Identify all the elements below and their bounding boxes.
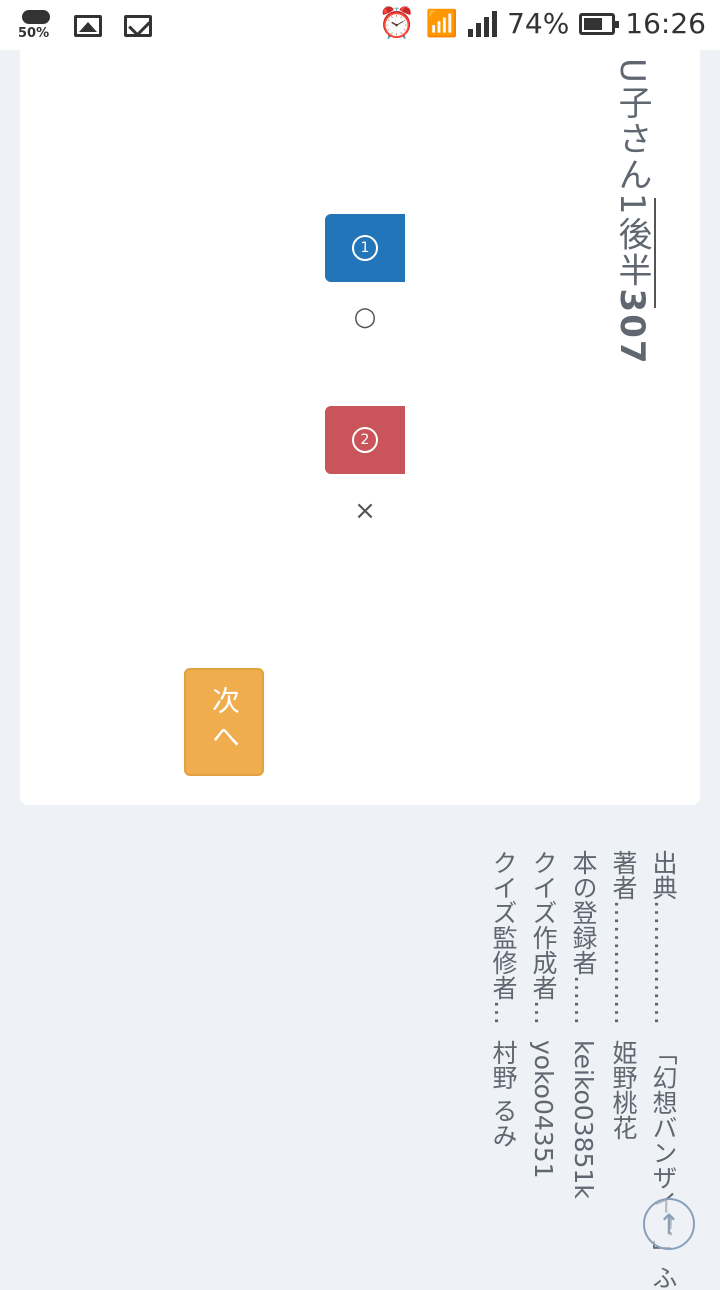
status-right: ⏰ 📶 74% 16:26 <box>378 6 706 41</box>
next-button-label: 次へ <box>208 686 241 758</box>
quiz-number: 307 <box>612 288 652 366</box>
option-2-label: 2 <box>352 427 378 453</box>
signal-icon <box>468 10 498 37</box>
arrow-up-icon: ↑ <box>657 1207 681 1241</box>
option-1-answer: ○ <box>353 302 377 332</box>
alarm-icon: ⏰ <box>378 6 416 41</box>
credit-author-value: 姫野桃花 <box>609 1040 638 1140</box>
option-1-label: 1 <box>352 235 378 261</box>
battery-percent: 74% <box>507 7 570 40</box>
quiz-title-text: U子さん1後半 <box>612 58 652 289</box>
weather-percent: 50% <box>18 26 50 41</box>
credit-quiz-creator-label: クイズ作成者… <box>529 850 558 1025</box>
status-bar: 50% ⏰ 📶 74% 16:26 <box>0 0 720 50</box>
next-button[interactable]: 次へ <box>184 668 264 776</box>
wifi-icon: 📶 <box>425 8 459 39</box>
image-notification-icon <box>74 15 102 37</box>
quiz-title: U子さん1後半307 <box>612 58 656 366</box>
credit-quiz-creator-value: yoko04351 <box>529 1040 558 1179</box>
option-2-button[interactable]: 2 <box>325 406 405 474</box>
scroll-top-button[interactable]: ↑ <box>643 1198 695 1250</box>
credits: 出典…………… 「幻想バンザイ！」ふ 著者…………… 姫野桃花 本の登録者…… kei… <box>0 850 720 1290</box>
battery-icon <box>579 12 620 35</box>
clock: 16:26 <box>625 7 706 40</box>
credit-registrant: 本の登録者…… keiko03851k <box>568 850 598 1199</box>
credit-registrant-label: 本の登録者…… <box>569 850 598 1025</box>
weather-icon: 50% <box>18 8 52 44</box>
credit-supervisor-label: クイズ監修者… <box>489 850 518 1025</box>
quiz-card: U子さん1後半307 1 ○ 2 × 次へ <box>20 50 700 805</box>
gmail-icon <box>124 15 152 37</box>
credit-quiz-creator: クイズ作成者… yoko04351 <box>528 850 558 1179</box>
credit-author-label: 著者…………… <box>609 850 638 1025</box>
title-divider <box>654 198 656 308</box>
credit-source-value: 「幻想バンザイ！」ふ <box>649 1040 678 1290</box>
status-left: 50% <box>18 8 152 44</box>
credit-source-label: 出典…………… <box>649 850 678 1025</box>
credit-supervisor: クイズ監修者… 村野 るみ <box>488 850 518 1148</box>
option-1-button[interactable]: 1 <box>325 214 405 282</box>
credit-registrant-value: keiko03851k <box>569 1040 598 1199</box>
credit-author: 著者…………… 姫野桃花 <box>608 850 638 1140</box>
option-2-answer: × <box>354 496 376 526</box>
credit-supervisor-value: 村野 るみ <box>489 1040 518 1148</box>
